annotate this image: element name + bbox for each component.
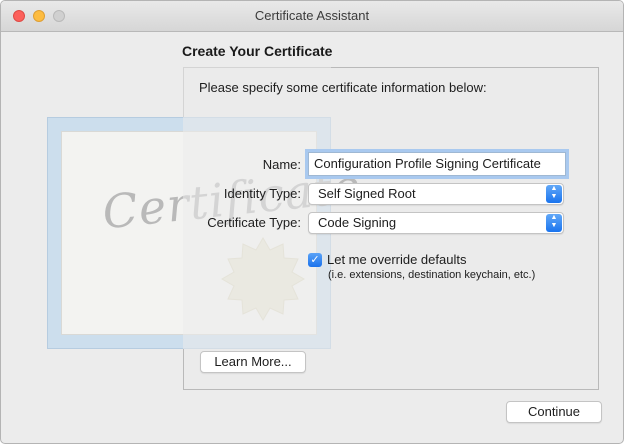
identity-type-value: Self Signed Root (318, 186, 416, 201)
continue-button[interactable]: Continue (506, 401, 602, 423)
name-field[interactable]: Configuration Profile Signing Certificat… (308, 152, 566, 176)
certificate-type-popup[interactable]: Code Signing ▲ ▼ (308, 212, 564, 234)
certificate-assistant-window: Certificate Assistant Create Your Certif… (0, 0, 624, 444)
certificate-type-label: Certificate Type: (207, 215, 301, 230)
override-defaults-sublabel: (i.e. extensions, destination keychain, … (328, 269, 536, 281)
certificate-type-value: Code Signing (318, 215, 397, 230)
override-defaults-checkbox[interactable]: ✓ (308, 253, 322, 267)
override-defaults-label[interactable]: Let me override defaults (327, 252, 466, 267)
checkmark-icon: ✓ (310, 254, 320, 266)
panel-overlay (183, 67, 331, 349)
title-bar: Certificate Assistant (1, 1, 623, 32)
name-label: Name: (262, 157, 301, 172)
identity-type-popup[interactable]: Self Signed Root ▲ ▼ (308, 183, 564, 205)
chevron-up-down-icon: ▲ ▼ (546, 185, 562, 203)
instructions-text: Please specify some certificate informat… (199, 80, 487, 95)
identity-type-label: Identity Type: (223, 186, 301, 201)
page-heading: Create Your Certificate (182, 43, 333, 59)
learn-more-button[interactable]: Learn More... (200, 351, 306, 373)
chevron-up-down-icon: ▲ ▼ (546, 214, 562, 232)
window-title: Certificate Assistant (254, 8, 370, 23)
